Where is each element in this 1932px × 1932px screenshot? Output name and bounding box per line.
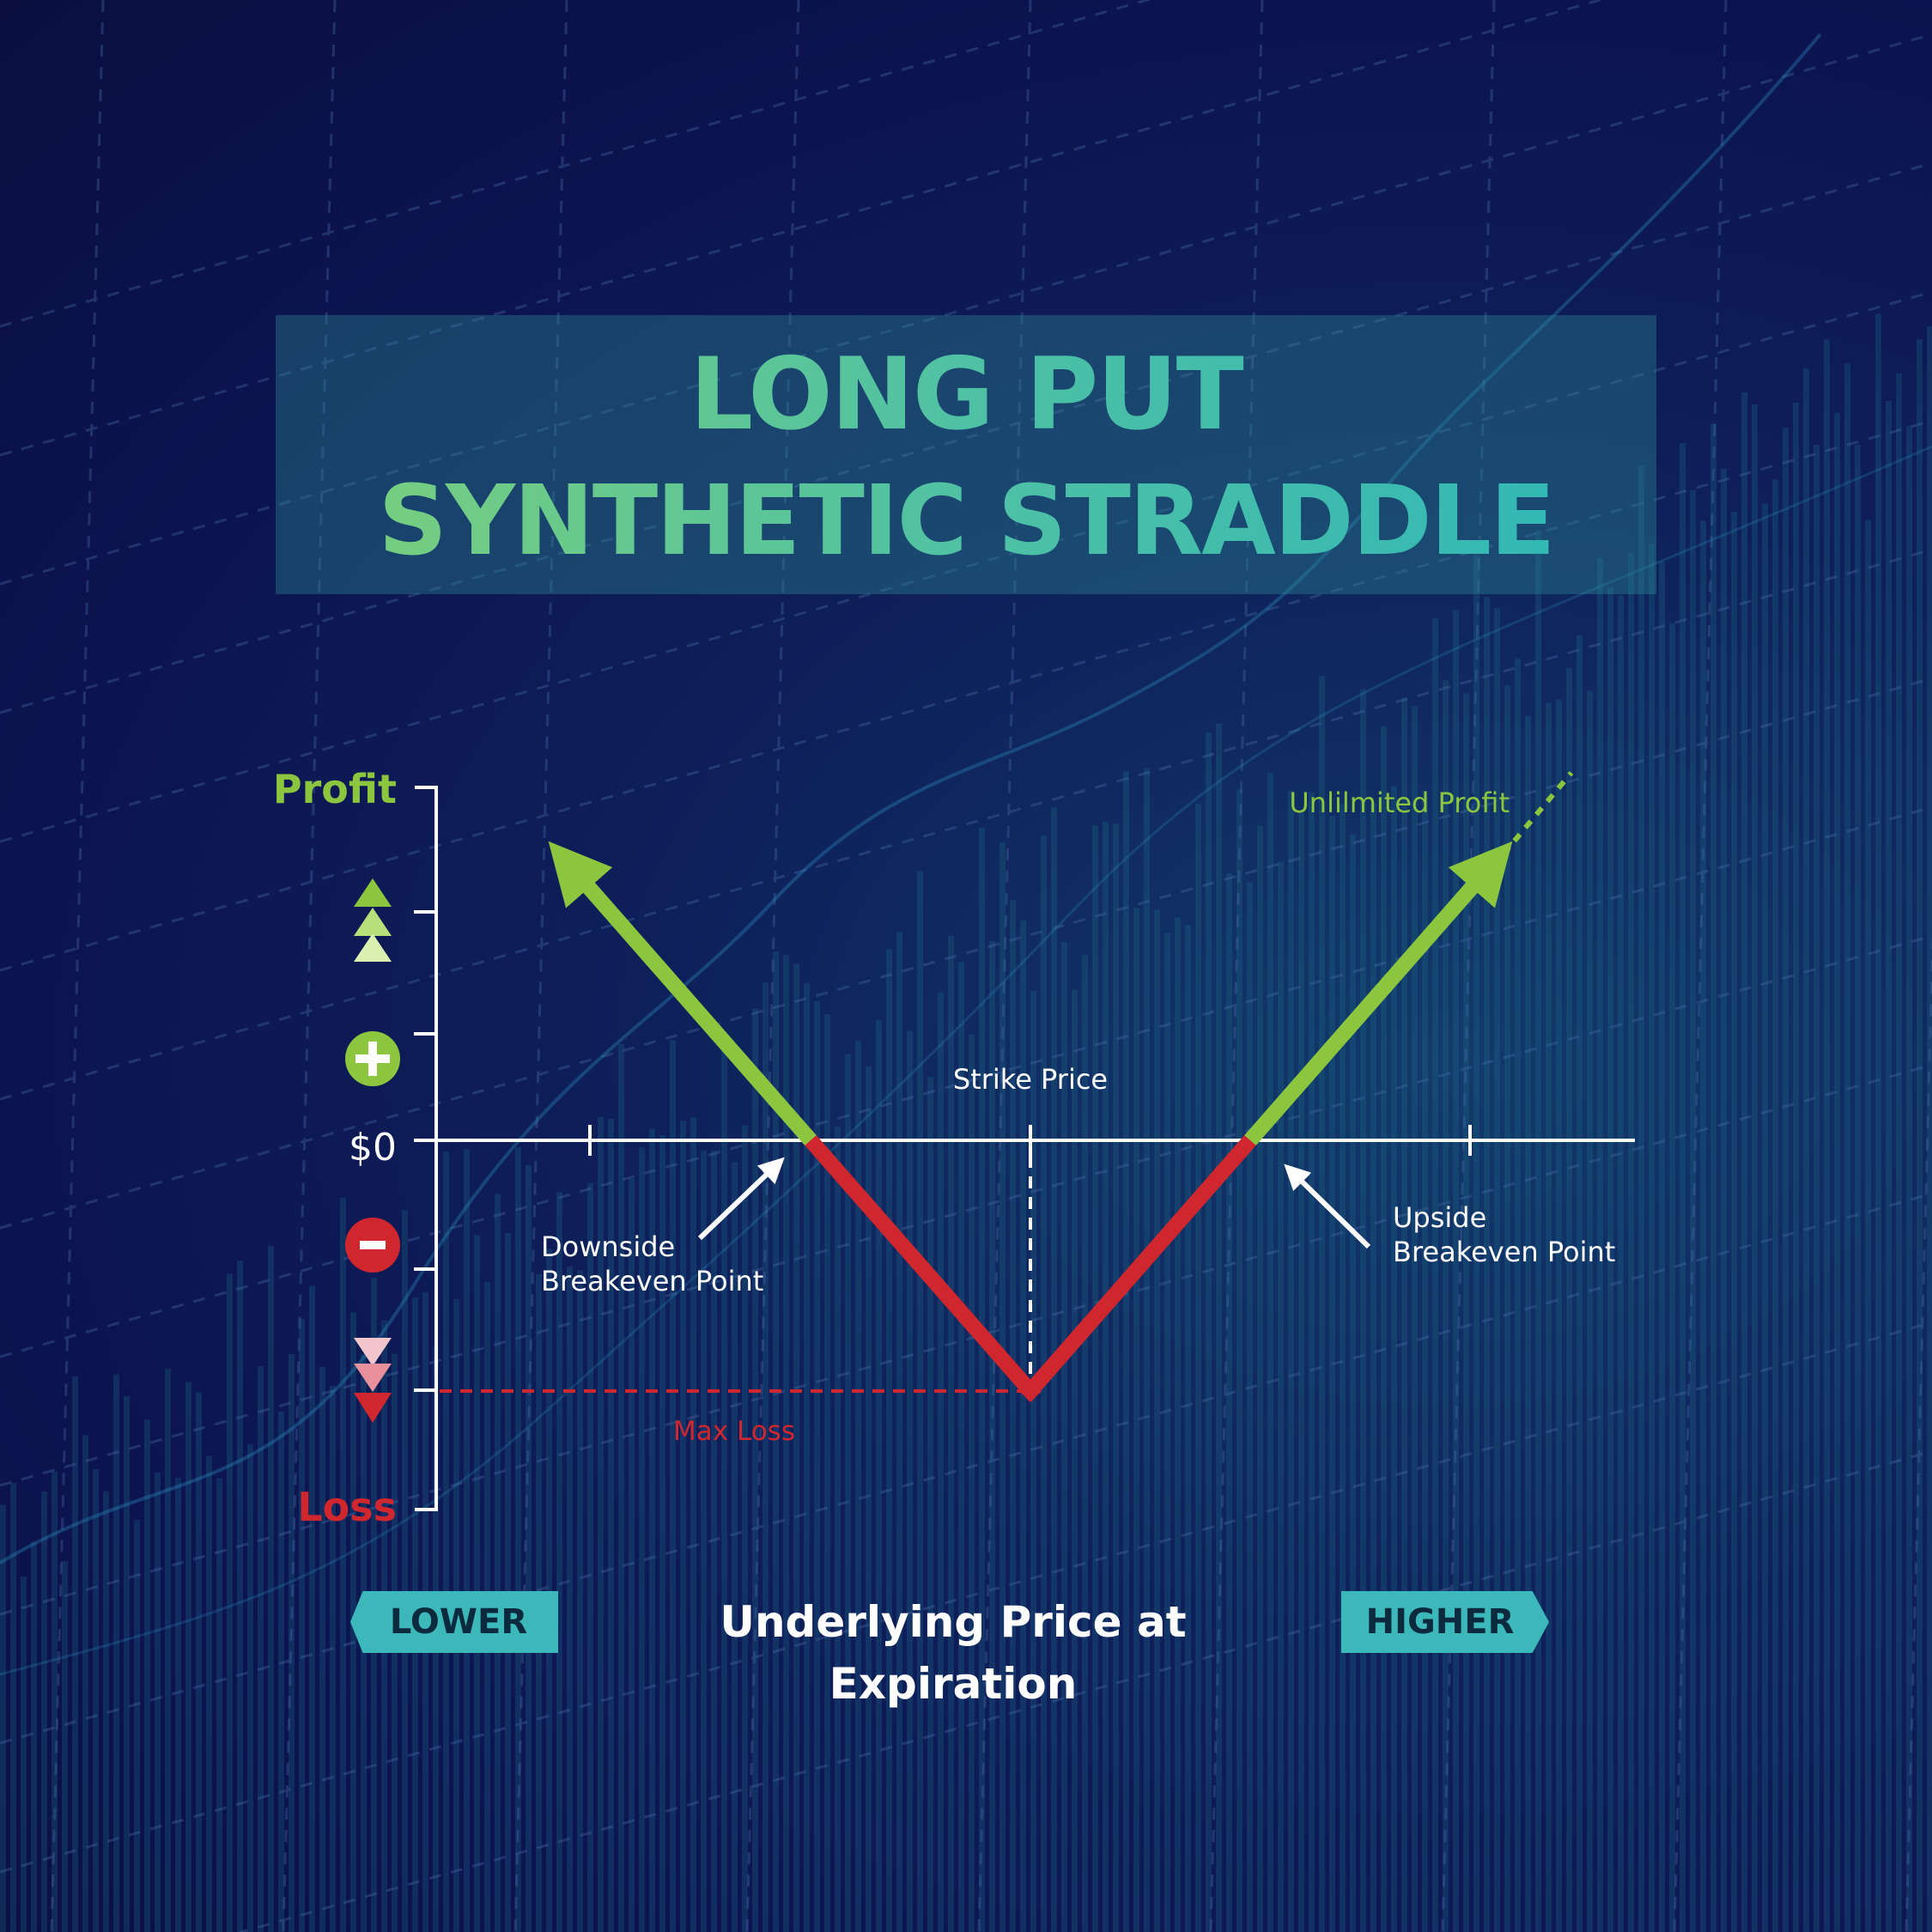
minus-circle-icon [345, 1218, 400, 1273]
strike-price-label: Strike Price [953, 1063, 1108, 1096]
downside-label-1: Downside [541, 1230, 675, 1263]
payoff-profit-left-arrow [548, 841, 817, 1145]
lower-tag: LOWER [350, 1591, 558, 1653]
payoff-profit-right-arrow [1244, 841, 1513, 1145]
upside-label-2: Breakeven Point [1393, 1236, 1615, 1268]
loss-label: Loss [297, 1484, 397, 1530]
upside-label-1: Upside [1393, 1201, 1486, 1234]
triple-down-triangle-icon [354, 1338, 392, 1423]
plus-circle-icon [345, 1031, 400, 1086]
downside-label-2: Breakeven Point [541, 1265, 763, 1297]
infographic: LONG PUT SYNTHETIC STRADDLE Profit Loss … [0, 0, 1932, 1932]
higher-tag: HIGHER [1341, 1591, 1549, 1653]
payoff-loss-left-segment [799, 1129, 1042, 1402]
payoff-loss-right-segment [1019, 1129, 1261, 1402]
x-axis-title: Underlying Price at Expiration [720, 1597, 1187, 1709]
downside-pointer-arrow [697, 1157, 785, 1241]
unlimited-profit-label: Unlilmited Profit [1289, 787, 1510, 819]
profit-label: Profit [273, 766, 397, 812]
triple-up-triangle-icon [354, 878, 392, 962]
upside-pointer-arrow [1284, 1163, 1371, 1249]
max-loss-label: Max Loss [673, 1416, 795, 1447]
zero-label: $0 [349, 1126, 397, 1170]
